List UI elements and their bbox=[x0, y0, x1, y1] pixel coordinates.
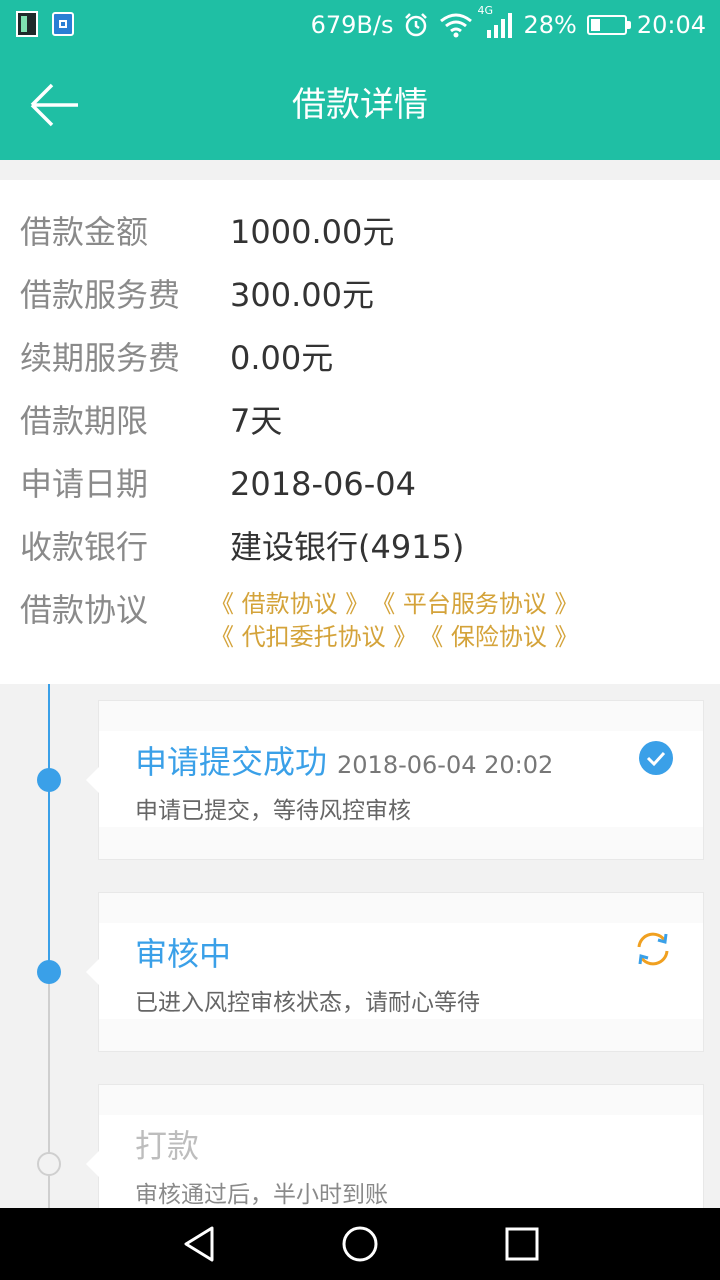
step-time: 2018-06-04 20:02 bbox=[337, 751, 554, 779]
detail-row-bank: 收款银行 建设银行(4915) bbox=[0, 517, 720, 577]
agreement-label: 借款协议 bbox=[20, 591, 149, 629]
detail-label: 借款金额 bbox=[20, 213, 149, 251]
status-left-icons bbox=[16, 11, 74, 37]
battery-fill bbox=[590, 19, 600, 31]
detail-value: 300.00元 bbox=[230, 276, 374, 314]
detail-value: 7天 bbox=[230, 402, 283, 440]
card-body: 打款 审核通过后，半小时到账 bbox=[86, 1115, 703, 1211]
signal-icon: 4G bbox=[477, 4, 513, 40]
status-right: 679B/s 4G 28% 20:04 bbox=[311, 0, 706, 50]
timeline-card-submitted: 申请提交成功 2018-06-04 20:02 申请已提交，等待风控审核 bbox=[86, 700, 704, 860]
battery-percent: 28% bbox=[523, 11, 577, 39]
detail-row-service-fee: 借款服务费 300.00元 bbox=[0, 265, 720, 325]
page-title: 借款详情 bbox=[292, 85, 428, 125]
agreement-links: 《 借款协议 》《 平台服务协议 》 《 代扣委托协议 》《 保险协议 》 bbox=[210, 588, 593, 654]
check-icon bbox=[639, 741, 673, 775]
timeline-dot-done bbox=[37, 768, 61, 792]
card-pointer bbox=[86, 767, 99, 793]
alarm-icon bbox=[405, 13, 428, 37]
insurance-agreement-link[interactable]: 《 保险协议 》 bbox=[431, 623, 578, 651]
loan-info-panel: 借款金额 1000.00元 借款服务费 300.00元 续期服务费 0.00元 … bbox=[0, 180, 720, 684]
clock: 20:04 bbox=[636, 11, 706, 39]
detail-label: 收款银行 bbox=[20, 528, 149, 566]
detail-label: 续期服务费 bbox=[20, 339, 181, 377]
card-pointer bbox=[86, 1151, 99, 1177]
step-title-text: 申请提交成功 bbox=[135, 743, 328, 781]
detail-value: 2018-06-04 bbox=[230, 465, 416, 503]
battery-icon bbox=[586, 15, 631, 35]
step-description: 已进入风控审核状态，请耐心等待 bbox=[135, 990, 480, 1016]
sync-icon bbox=[637, 932, 669, 966]
detail-value: 0.00元 bbox=[230, 339, 334, 377]
timeline-line-done bbox=[48, 684, 50, 974]
status-bar: 679B/s 4G 28% 20:04 bbox=[0, 0, 720, 50]
step-title: 审核中 bbox=[135, 929, 231, 975]
notification-icon bbox=[52, 12, 74, 36]
card-body: 申请提交成功 2018-06-04 20:02 申请已提交，等待风控审核 bbox=[86, 731, 703, 827]
home-nav-icon[interactable] bbox=[340, 1224, 380, 1264]
card-body: 审核中 已进入风控审核状态，请耐心等待 bbox=[86, 923, 703, 1019]
back-nav-icon[interactable] bbox=[180, 1224, 220, 1264]
detail-row-renewal-fee: 续期服务费 0.00元 bbox=[0, 328, 720, 388]
title-bar: 借款详情 bbox=[0, 50, 720, 160]
step-title-text: 打款 bbox=[135, 1127, 200, 1165]
detail-label: 借款服务费 bbox=[20, 276, 181, 314]
platform-service-agreement-link[interactable]: 《 平台服务协议 》 bbox=[383, 590, 578, 618]
timeline-dot-active bbox=[37, 960, 61, 984]
detail-row-term: 借款期限 7天 bbox=[0, 391, 720, 451]
step-description: 申请已提交，等待风控审核 bbox=[135, 798, 411, 824]
app-icon bbox=[16, 11, 38, 37]
detail-row-apply-date: 申请日期 2018-06-04 bbox=[0, 454, 720, 514]
withholding-agreement-link[interactable]: 《 代扣委托协议 》 bbox=[210, 623, 417, 651]
detail-row-amount: 借款金额 1000.00元 bbox=[0, 202, 720, 262]
net-speed: 679B/s bbox=[310, 11, 394, 39]
timeline-dot-pending bbox=[37, 1152, 61, 1176]
detail-value: 1000.00元 bbox=[230, 213, 395, 251]
step-description: 审核通过后，半小时到账 bbox=[135, 1182, 388, 1208]
recents-nav-icon[interactable] bbox=[502, 1224, 542, 1264]
detail-value: 建设银行(4915) bbox=[230, 528, 465, 566]
step-title-text: 审核中 bbox=[135, 935, 232, 973]
loan-agreement-link[interactable]: 《 借款协议 》 bbox=[210, 590, 369, 618]
card-pointer bbox=[86, 959, 99, 985]
wifi-icon bbox=[440, 13, 473, 38]
detail-label: 借款期限 bbox=[20, 402, 149, 440]
step-title: 打款 bbox=[135, 1121, 199, 1167]
timeline-card-reviewing: 审核中 已进入风控审核状态，请耐心等待 bbox=[86, 892, 704, 1052]
step-title: 申请提交成功 2018-06-04 20:02 bbox=[135, 737, 553, 783]
detail-label: 申请日期 bbox=[20, 465, 149, 503]
navigation-bar bbox=[0, 1208, 720, 1280]
